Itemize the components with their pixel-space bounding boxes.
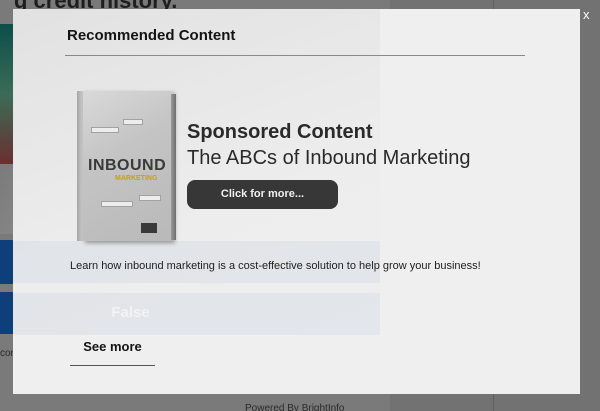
cover-subtitle: MARKETING: [115, 175, 158, 182]
close-icon[interactable]: x: [583, 7, 590, 22]
powered-by-footer: Powered By BrightInfo: [245, 403, 345, 411]
modal-title: Recommended Content: [67, 27, 236, 44]
background-image-edge: [0, 24, 14, 164]
modal-bleed-through: [13, 9, 380, 334]
cover-title: INBOUND: [88, 157, 167, 174]
cover-tag: [91, 127, 119, 133]
book-pages-edge: [171, 94, 176, 240]
see-more-underline: [70, 365, 155, 366]
recommended-content-modal: False Recommended Content INBOUND MARKET…: [13, 9, 580, 394]
book-cover: INBOUND MARKETING: [83, 91, 173, 241]
background-answer-button: [0, 240, 14, 284]
cover-tag: [123, 119, 143, 125]
cover-tag: [101, 201, 133, 207]
background-answer-button: [0, 292, 14, 334]
content-description: Learn how inbound marketing is a cost-ef…: [70, 260, 481, 272]
ebook-cover-image[interactable]: INBOUND MARKETING: [77, 91, 177, 241]
see-more-link[interactable]: See more: [70, 339, 155, 354]
cover-tag: [139, 195, 161, 201]
content-title: The ABCs of Inbound Marketing: [187, 147, 471, 169]
click-for-more-button[interactable]: Click for more...: [187, 180, 338, 209]
bleed-through-false-label: False: [111, 304, 150, 321]
sponsored-label: Sponsored Content: [187, 121, 373, 143]
publisher-logo-icon: [141, 223, 157, 233]
title-divider: [65, 55, 525, 56]
